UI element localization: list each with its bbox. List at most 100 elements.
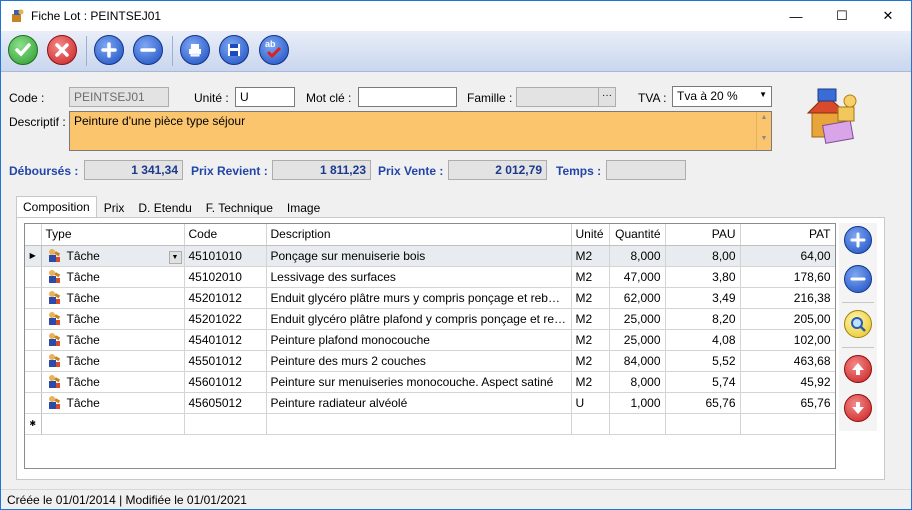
cell-unite[interactable]: M2 [571, 371, 610, 393]
tab-prix[interactable]: Prix [97, 197, 132, 218]
cell-unite[interactable]: U [571, 392, 610, 414]
cell-quantite[interactable]: 8,000 [609, 245, 666, 267]
row-indicator[interactable] [25, 266, 42, 288]
cell-code[interactable]: 45101010 [184, 245, 267, 267]
motcle-field[interactable] [358, 87, 457, 107]
remove-button[interactable] [133, 35, 163, 65]
table-row[interactable]: Tâche 45201022 Enduit glycéro plâtre plafo… [25, 308, 835, 330]
cell-code[interactable]: 45102010 [184, 266, 267, 288]
new-row-cell[interactable] [266, 413, 572, 435]
row-indicator[interactable] [25, 287, 42, 309]
chevron-down-icon[interactable]: ▼ [168, 250, 182, 264]
cell-description[interactable]: Peinture sur menuiseries monocouche. Asp… [266, 371, 572, 393]
cell-code[interactable]: 45201022 [184, 308, 267, 330]
table-row[interactable]: Tâche 45201012 Enduit glycéro plâtre murs … [25, 287, 835, 309]
print-button[interactable] [180, 35, 210, 65]
new-row-cell[interactable] [571, 413, 610, 435]
cell-pau[interactable]: 65,76 [665, 392, 741, 414]
cell-pau[interactable]: 5,52 [665, 350, 741, 372]
cell-type[interactable]: Tâche [41, 371, 185, 393]
table-row[interactable]: Tâche 45102010 Lessivage des surfaces M2 47,… [25, 266, 835, 288]
cell-pau[interactable]: 8,00 [665, 245, 741, 267]
cell-quantite[interactable]: 25,000 [609, 329, 666, 351]
cell-type[interactable]: Tâche [41, 308, 185, 330]
cell-unite[interactable]: M2 [571, 287, 610, 309]
table-row[interactable]: ▶ Tâche ▼ 45101010 Ponçage sur menuiserie bo… [25, 245, 835, 267]
new-row-cell[interactable] [665, 413, 741, 435]
column-header-unite[interactable]: Unité [571, 224, 610, 246]
cell-type[interactable]: Tâche [41, 350, 185, 372]
cell-code[interactable]: 45605012 [184, 392, 267, 414]
cell-unite[interactable]: M2 [571, 266, 610, 288]
descriptif-field[interactable]: Peinture d'une pièce type séjour ▲ ▼ [69, 111, 772, 151]
cell-code[interactable]: 45601012 [184, 371, 267, 393]
cell-quantite[interactable]: 84,000 [609, 350, 666, 372]
cell-type[interactable]: Tâche [41, 392, 185, 414]
new-row-cell[interactable] [41, 413, 185, 435]
cancel-button[interactable] [47, 35, 77, 65]
new-row-cell[interactable] [609, 413, 666, 435]
move-up-button[interactable] [844, 355, 872, 383]
cell-description[interactable]: Peinture radiateur alvéolé [266, 392, 572, 414]
cell-unite[interactable]: M2 [571, 245, 610, 267]
remove-row-button[interactable] [844, 265, 872, 293]
famille-browse-button[interactable]: ··· [598, 88, 615, 106]
cell-code[interactable]: 45501012 [184, 350, 267, 372]
cell-quantite[interactable]: 62,000 [609, 287, 666, 309]
cell-type[interactable]: Tâche ▼ [41, 245, 185, 267]
cell-pat[interactable]: 463,68 [740, 350, 835, 372]
new-row-cell[interactable] [184, 413, 267, 435]
close-button[interactable]: ✕ [865, 1, 911, 31]
cell-quantite[interactable]: 47,000 [609, 266, 666, 288]
cell-pau[interactable]: 5,74 [665, 371, 741, 393]
cell-pau[interactable]: 3,80 [665, 266, 741, 288]
cell-unite[interactable]: M2 [571, 329, 610, 351]
row-indicator[interactable] [25, 350, 42, 372]
tab-d-etendu[interactable]: D. Etendu [131, 197, 198, 218]
cell-quantite[interactable]: 1,000 [609, 392, 666, 414]
cell-unite[interactable]: M2 [571, 350, 610, 372]
row-indicator[interactable] [25, 308, 42, 330]
cell-pat[interactable]: 64,00 [740, 245, 835, 267]
cell-pat[interactable]: 178,60 [740, 266, 835, 288]
tab-f-technique[interactable]: F. Technique [199, 197, 280, 218]
row-indicator[interactable]: ▶ [25, 245, 42, 267]
column-header-type[interactable]: Type [41, 224, 185, 246]
cell-pat[interactable]: 65,76 [740, 392, 835, 414]
cell-unite[interactable]: M2 [571, 308, 610, 330]
cell-description[interactable]: Lessivage des surfaces [266, 266, 572, 288]
cell-type[interactable]: Tâche [41, 287, 185, 309]
cell-pau[interactable]: 8,20 [665, 308, 741, 330]
cell-description[interactable]: Peinture des murs 2 couches [266, 350, 572, 372]
new-row-indicator[interactable]: ✱ [25, 413, 42, 435]
column-header-pau[interactable]: PAU [665, 224, 741, 246]
cell-type[interactable]: Tâche [41, 266, 185, 288]
minimize-button[interactable]: — [773, 1, 819, 31]
cell-description[interactable]: Ponçage sur menuiserie bois [266, 245, 572, 267]
cell-description[interactable]: Enduit glycéro plâtre plafond y compris … [266, 308, 572, 330]
new-row-cell[interactable] [740, 413, 835, 435]
table-row[interactable]: Tâche 45401012 Peinture plafond monocouche… [25, 329, 835, 351]
table-row[interactable]: Tâche 45501012 Peinture des murs 2 couches… [25, 350, 835, 372]
cell-quantite[interactable]: 8,000 [609, 371, 666, 393]
column-header-pat[interactable]: PAT [740, 224, 835, 246]
cell-pat[interactable]: 205,00 [740, 308, 835, 330]
column-header-code[interactable]: Code [184, 224, 267, 246]
cell-type[interactable]: Tâche [41, 329, 185, 351]
cell-pau[interactable]: 4,08 [665, 329, 741, 351]
add-row-button[interactable] [844, 226, 872, 254]
composition-grid[interactable]: Type Code Description Unité Quantité PAU… [24, 223, 836, 469]
cell-description[interactable]: Enduit glycéro plâtre murs y compris pon… [266, 287, 572, 309]
row-indicator[interactable] [25, 392, 42, 414]
add-button[interactable] [94, 35, 124, 65]
tab-composition[interactable]: Composition [16, 196, 97, 218]
cell-pau[interactable]: 3,49 [665, 287, 741, 309]
save-button[interactable] [219, 35, 249, 65]
new-row[interactable]: ✱ [25, 413, 835, 435]
column-header-description[interactable]: Description [266, 224, 572, 246]
row-indicator[interactable] [25, 371, 42, 393]
cell-pat[interactable]: 102,00 [740, 329, 835, 351]
tva-select[interactable]: Tva à 20 % ▼ [672, 86, 772, 107]
tab-image[interactable]: Image [280, 197, 327, 218]
row-indicator[interactable] [25, 329, 42, 351]
